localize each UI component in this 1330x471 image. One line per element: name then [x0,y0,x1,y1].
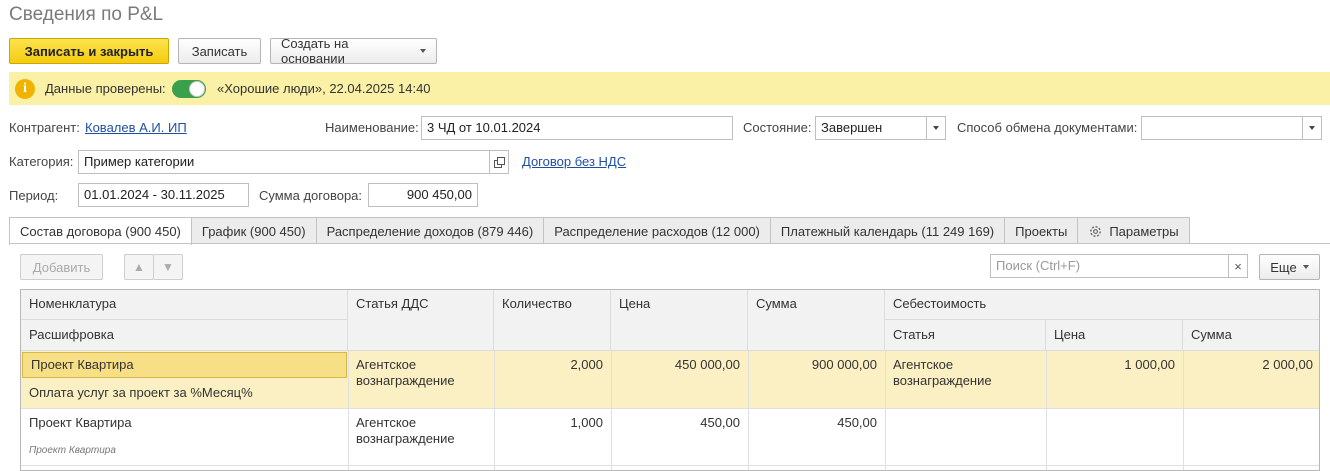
open-icon [493,156,505,168]
cell-sum[interactable]: 450,00 [748,415,885,430]
clear-search-button[interactable]: × [1228,254,1248,278]
arrow-up-icon: ▲ [133,260,145,274]
row-divider [21,465,1319,466]
cell-qty[interactable]: 1,000 [494,415,611,430]
tab-parameters-label: Параметры [1109,223,1179,239]
contract-table: Номенклатура Расшифровка Статья ДДС Коли… [20,289,1320,471]
tab-divider [9,243,1330,244]
column-divider [1046,351,1047,470]
period-field[interactable]: 01.01.2024 - 30.11.2025 [78,183,249,207]
tab-parameters[interactable]: Параметры [1077,217,1190,244]
sum-label: Сумма договора: [259,188,363,203]
create-based-label: Создать на основании [281,36,349,66]
move-up-button[interactable]: ▲ [124,254,154,280]
cell-dds-line1: Агентское [356,415,417,430]
cell-sum[interactable]: 900 000,00 [748,357,885,372]
tab-income-distribution[interactable]: Распределение доходов (879 446) [315,217,545,244]
column-divider [1183,351,1184,470]
row-divider [21,408,1319,409]
cell-decoding[interactable]: Проект Квартира [21,445,348,456]
tab-payment-calendar[interactable]: Платежный календарь (11 249 169) [769,217,1006,244]
name-field[interactable]: 3 ЧД от 10.01.2024 [421,116,733,140]
cell-cost-article[interactable]: Агентское вознаграждение [885,357,1046,389]
cell-decoding[interactable]: Оплата услуг за проект за %Месяц% [21,385,348,400]
cell-dds-line1: Агентское [356,357,417,372]
checked-detail: «Хорошие люди», 22.04.2025 14:40 [217,81,431,96]
tab-schedule[interactable]: График (900 450) [190,217,317,244]
cell-cost-price[interactable]: 1 000,00 [1046,357,1183,372]
cell-qty[interactable]: 2,000 [494,357,611,372]
save-button[interactable]: Записать [178,38,261,64]
create-based-button[interactable]: Создать на основании [270,36,437,66]
arrow-down-icon: ▼ [162,260,174,274]
search-input[interactable]: Поиск (Ctrl+F) [990,254,1229,278]
cell-cost-article-line1: Агентское [893,357,954,372]
name-label: Наименование: [325,120,419,135]
col-cost-article[interactable]: Статья [885,320,1046,351]
column-divider [494,351,495,470]
column-divider [348,351,349,470]
add-button[interactable]: Добавить [20,254,103,280]
col-nomenclature[interactable]: Номенклатура [21,290,348,320]
exchange-select[interactable] [1141,116,1303,140]
table-row[interactable]: Проект Квартира Проект Квартира Агентско… [21,409,1319,465]
page-title: Сведения по P&L [9,4,164,25]
cell-cost-sum[interactable]: 2 000,00 [1183,357,1319,372]
cell-nomenclature[interactable]: Проект Квартира [21,415,348,430]
col-sum[interactable]: Сумма [748,290,885,351]
cell-dds-line2: вознаграждение [356,373,455,388]
toggle-knob [189,81,205,97]
state-dropdown-button[interactable] [926,116,946,140]
col-cost-sum[interactable]: Сумма [1183,320,1319,351]
counterparty-link[interactable]: Ковалев А.И. ИП [85,120,187,135]
col-dds[interactable]: Статья ДДС [348,290,494,351]
cell-dds-line2: вознаграждение [356,431,455,446]
open-category-button[interactable] [489,150,509,174]
exchange-dropdown-button[interactable] [1302,116,1322,140]
table-row[interactable]: Проект Квартира Оплата услуг за проект з… [21,351,1319,408]
cell-price[interactable]: 450 000,00 [611,357,748,372]
info-icon: i [15,79,35,99]
gear-icon [1090,225,1102,237]
col-price[interactable]: Цена [611,290,748,351]
tab-contract-composition[interactable]: Состав договора (900 450) [9,217,192,245]
state-select[interactable]: Завершен [815,116,927,140]
info-bar: i Данные проверены: «Хорошие люди», 22.0… [9,72,1330,105]
checked-label: Данные проверены: [45,81,166,96]
counterparty-label: Контрагент: [9,120,80,135]
col-cost-price[interactable]: Цена [1046,320,1183,351]
column-divider [885,351,886,470]
cell-dds[interactable]: Агентское вознаграждение [348,415,494,447]
column-divider [748,351,749,470]
chevron-down-icon [1309,126,1315,130]
col-decoding[interactable]: Расшифровка [21,320,348,351]
exchange-label: Способ обмена документами: [957,120,1138,135]
tab-bar: Состав договора (900 450) График (900 45… [9,217,1190,245]
category-label: Категория: [9,154,74,169]
chevron-down-icon [933,126,939,130]
col-qty[interactable]: Количество [494,290,611,351]
sum-field[interactable]: 900 450,00 [368,183,478,207]
tab-expense-distribution[interactable]: Распределение расходов (12 000) [543,217,771,244]
cell-cost-article-line2: вознаграждение [893,373,992,388]
chevron-down-icon [420,49,426,53]
close-icon: × [1234,258,1242,274]
cell-nomenclature[interactable]: Проект Квартира [22,352,347,378]
category-field[interactable]: Пример категории [78,150,490,174]
more-button[interactable]: Еще [1259,254,1320,280]
col-cost[interactable]: Себестоимость [885,290,1319,320]
state-label: Состояние: [743,120,812,135]
move-down-button[interactable]: ▼ [153,254,183,280]
tab-projects[interactable]: Проекты [1004,217,1079,244]
contract-link[interactable]: Договор без НДС [522,154,626,169]
more-label: Еще [1270,259,1297,275]
column-divider [611,351,612,470]
save-close-button[interactable]: Записать и закрыть [9,38,169,64]
chevron-down-icon [1302,265,1309,269]
period-label: Период: [9,188,59,203]
cell-price[interactable]: 450,00 [611,415,748,430]
cell-dds[interactable]: Агентское вознаграждение [348,357,494,389]
checked-toggle[interactable] [172,80,206,98]
